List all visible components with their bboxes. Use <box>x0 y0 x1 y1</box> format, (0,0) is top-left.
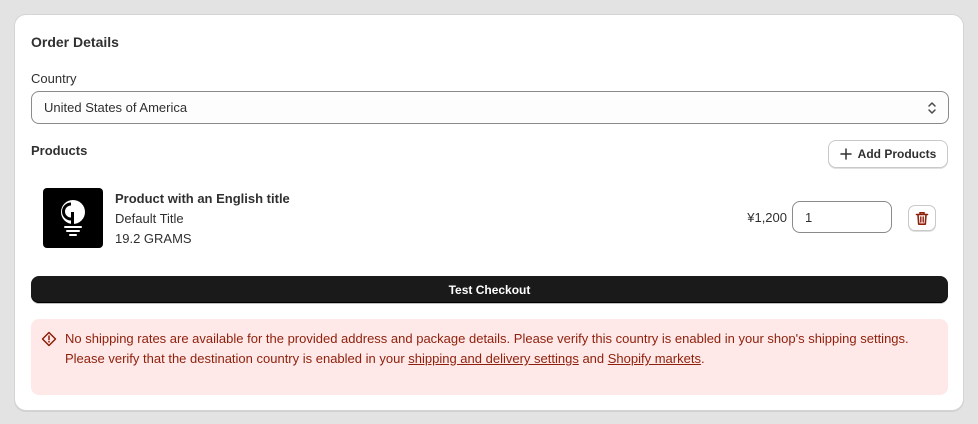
product-thumbnail <box>43 188 103 248</box>
banner-message: No shipping rates are available for the … <box>65 331 909 346</box>
shopify-markets-link[interactable]: Shopify markets <box>608 351 701 366</box>
banner-help-suffix: . <box>700 351 705 366</box>
alert-diamond-icon <box>41 331 57 347</box>
add-products-label: Add Products <box>857 147 937 161</box>
add-products-button[interactable]: Add Products <box>828 140 948 168</box>
card-title: Order Details <box>31 34 119 50</box>
shipping-settings-link[interactable]: shipping and delivery settings <box>408 351 579 366</box>
chevron-up-down-icon <box>928 102 936 114</box>
products-label: Products <box>31 143 88 158</box>
trash-icon <box>915 211 929 225</box>
banner-help-prefix: Please verify that the destination count… <box>65 351 409 366</box>
product-weight: 19.2 GRAMS <box>115 231 192 246</box>
product-name: Product with an English title <box>115 191 290 206</box>
lightbulb-icon <box>61 200 85 236</box>
order-details-card: Order Details Country United States of A… <box>14 14 964 411</box>
banner-help-line: Please verify that the destination count… <box>65 349 936 369</box>
plus-icon <box>839 148 852 160</box>
quantity-input[interactable] <box>792 201 892 233</box>
product-row: Product with an English title Default Ti… <box>43 187 936 249</box>
country-label: Country <box>31 71 77 86</box>
shipping-error-banner: No shipping rates are available for the … <box>31 319 948 395</box>
product-price: ¥1,200 <box>747 210 787 225</box>
banner-help-middle: and <box>578 351 608 366</box>
product-variant: Default Title <box>115 211 184 226</box>
country-select-value: United States of America <box>44 100 188 115</box>
delete-product-button[interactable] <box>908 205 936 231</box>
test-checkout-button[interactable]: Test Checkout <box>31 276 948 303</box>
country-select[interactable]: United States of America <box>31 91 949 124</box>
